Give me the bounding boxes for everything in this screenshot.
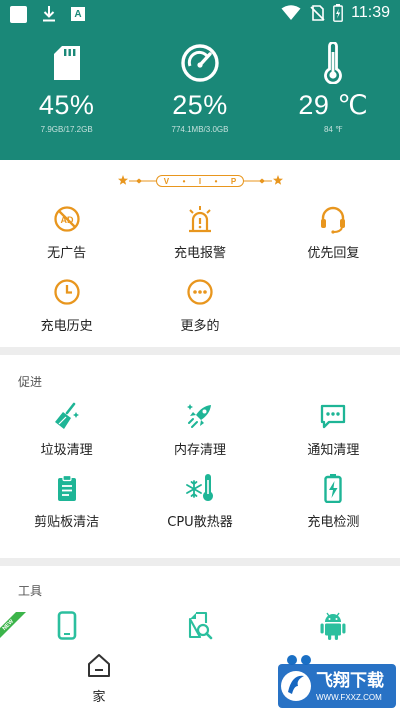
watermark-logo: 飞翔下载 WWW.FXXZ.COM <box>278 664 396 708</box>
vip-item-label: 充电历史 <box>40 319 93 334</box>
thermometer-icon <box>324 42 343 84</box>
boost-item-label: 充电检测 <box>307 515 360 530</box>
charge-alarm-icon <box>188 206 211 233</box>
vip-dot: • <box>214 176 218 186</box>
wifi-icon <box>281 5 301 20</box>
vip-section: V • I • P AD 无广告 <box>0 160 400 347</box>
vip-banner: V • I • P <box>118 174 283 188</box>
storage-percent: 45% <box>38 90 95 120</box>
notification-letter-icon: A <box>71 7 85 21</box>
vip-letter-p: P <box>230 176 237 186</box>
tools-section-title: 工具 <box>18 584 43 598</box>
temperature-stat[interactable]: 29 ℃ 84 ℉ <box>267 42 400 134</box>
memory-stat[interactable]: 25% 774.1MB/3.0GB <box>133 42 266 134</box>
speedometer-icon <box>181 44 219 82</box>
vip-label: V • I • P <box>156 175 244 187</box>
temperature-fahrenheit: 84 ℉ <box>323 125 343 134</box>
temperature-celsius: 29 ℃ <box>298 90 369 120</box>
boost-item-charge-check[interactable]: 充电检测 <box>267 473 400 530</box>
stats-row: 45% 7.9GB/17.2GB 25% 774.1MB/3.0GB 29 ℃ … <box>0 42 400 134</box>
vip-item-label: 无广告 <box>47 246 87 261</box>
notification-square-icon <box>10 5 27 23</box>
sd-card-icon <box>53 46 80 80</box>
no-sim-icon <box>310 5 325 21</box>
boost-item-junk-clean[interactable]: 垃圾清理 <box>0 401 133 458</box>
broom-icon <box>54 402 79 429</box>
more-icon <box>187 279 213 305</box>
battery-charging-icon <box>333 4 344 22</box>
vip-dot: • <box>182 176 186 186</box>
status-bar: A 11:39 <box>0 0 400 28</box>
vip-item-priority-reply[interactable]: 优先回复 <box>267 204 400 261</box>
boost-item-label: 垃圾清理 <box>40 443 93 458</box>
tools-section: 工具 <box>0 566 400 656</box>
app-screen: A 11:39 45% 7.9GB/17.2GB 25% 774.1MB/3.0… <box>0 0 400 711</box>
boost-item-clipboard-clean[interactable]: 剪贴板清洁 <box>0 473 133 530</box>
vip-item-charge-alarm[interactable]: 充电报警 <box>133 204 266 261</box>
vip-item-label: 优先回复 <box>307 246 360 261</box>
boost-item-cpu-cooler[interactable]: CPU散热器 <box>133 473 266 530</box>
boost-section-title: 促进 <box>18 375 43 389</box>
boost-item-label: CPU散热器 <box>167 515 233 530</box>
boost-item-label: 内存清理 <box>173 443 226 458</box>
boost-item-label: 通知清理 <box>307 443 360 458</box>
phone-icon <box>57 611 76 640</box>
clipboard-icon <box>57 474 76 501</box>
vip-item-label: 充电报警 <box>173 246 226 261</box>
nav-home[interactable]: 家 <box>66 652 132 705</box>
vip-item-no-ads[interactable]: AD 无广告 <box>0 204 133 261</box>
tool-item-android[interactable] <box>267 611 400 641</box>
boost-item-memory-clean[interactable]: 内存清理 <box>133 401 266 458</box>
header-panel: A 11:39 45% 7.9GB/17.2GB 25% 774.1MB/3.0… <box>0 0 400 160</box>
vip-item-label: 更多的 <box>180 319 220 334</box>
vip-item-charge-history[interactable]: 充电历史 <box>0 277 133 334</box>
vip-item-more[interactable]: 更多的 <box>133 277 266 334</box>
storage-detail: 7.9GB/17.2GB <box>40 125 93 134</box>
memory-percent: 25% <box>172 90 228 120</box>
battery-check-icon <box>324 474 343 503</box>
no-ads-icon: AD <box>54 206 80 232</box>
vip-letter-v: V <box>163 176 170 186</box>
nav-home-label: 家 <box>92 690 106 705</box>
clock-icon <box>54 279 80 305</box>
boost-item-label: 剪贴板清洁 <box>34 515 100 530</box>
chat-icon <box>321 404 346 429</box>
home-icon <box>88 654 110 677</box>
memory-detail: 774.1MB/3.0GB <box>171 125 229 134</box>
file-search-icon <box>188 611 213 640</box>
headset-icon <box>321 206 346 234</box>
svg-text:飞翔下载: 飞翔下载 <box>316 670 384 691</box>
android-icon <box>320 612 346 640</box>
boost-item-notification-clean[interactable]: 通知清理 <box>267 401 400 458</box>
storage-stat[interactable]: 45% 7.9GB/17.2GB <box>0 42 133 134</box>
vip-letter-i: I <box>198 176 202 186</box>
clock-text: 11:39 <box>351 4 390 21</box>
tool-item-file-search[interactable] <box>133 611 266 641</box>
new-badge: NEW <box>0 612 26 638</box>
rocket-icon <box>186 404 211 428</box>
svg-text:WWW.FXXZ.COM: WWW.FXXZ.COM <box>316 693 382 702</box>
boost-section: 促进 垃圾清理 内存清理 通知清理 剪贴板清洁 CPU散热器 充电检测 <box>0 355 400 558</box>
cpu-cooler-icon <box>186 474 213 501</box>
download-icon <box>43 6 55 22</box>
